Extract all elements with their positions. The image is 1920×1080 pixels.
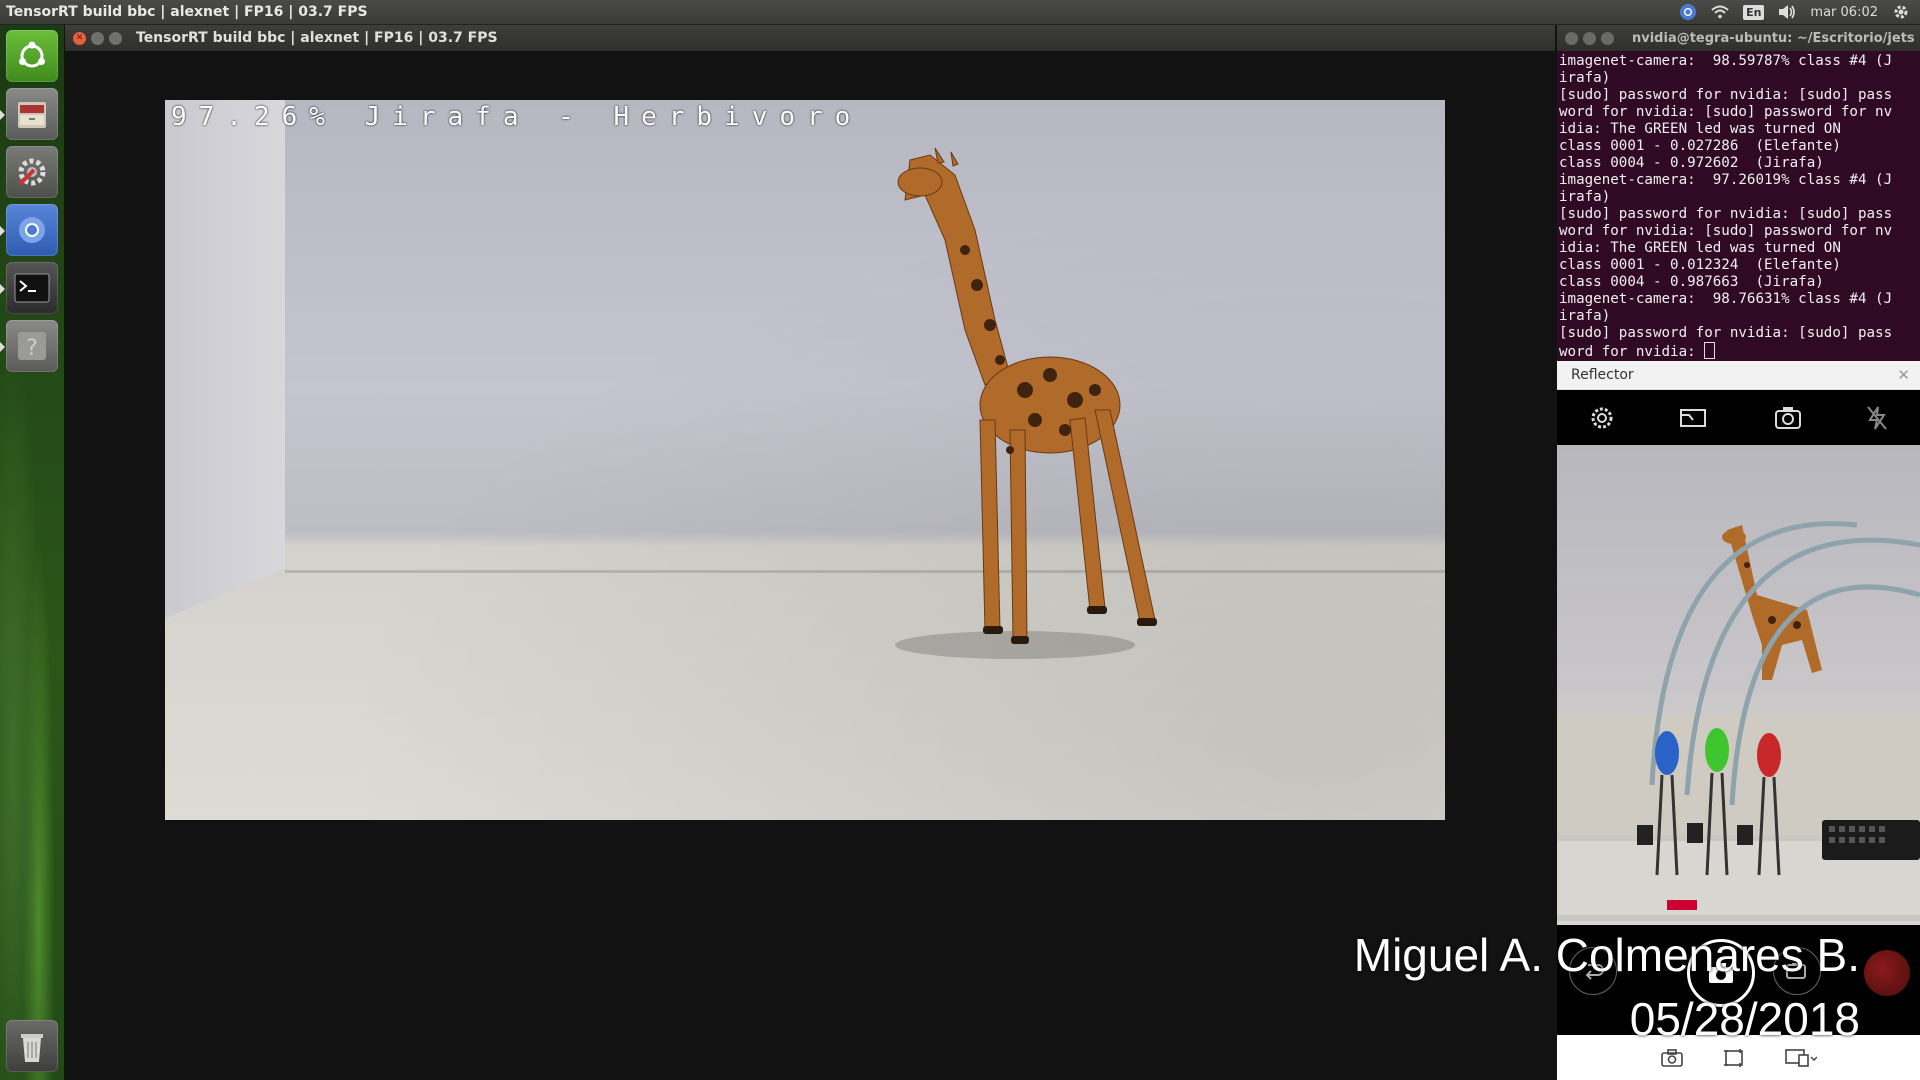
top-panel: TensorRT build bbc | alexnet | FP16 | 03… [0, 0, 1920, 25]
terminal-minimize-button[interactable] [1583, 31, 1596, 45]
terminal-output[interactable]: imagenet-camera: 98.59787% class #4 (J ir… [1557, 51, 1920, 359]
date-watermark: 05/28/2018 [1629, 993, 1860, 1045]
keyboard-layout-indicator[interactable]: En [1743, 4, 1765, 20]
terminal-close-button[interactable] [1565, 31, 1578, 45]
terminal-window: nvidia@tegra-ubuntu: ~/Escritorio/jets i… [1557, 25, 1920, 361]
terminal-maximize-button[interactable] [1601, 31, 1614, 45]
terminal-line: class 0001 - 0.012324 (Elefante) [1559, 257, 1841, 273]
phone-camera-toolbar [1557, 390, 1920, 445]
trash-icon [21, 1034, 43, 1062]
minimize-window-button[interactable] [91, 31, 104, 45]
ubuntu-logo-button[interactable] [6, 30, 58, 82]
terminal-line: word for nvidia: [1559, 344, 1705, 359]
maximize-window-button[interactable] [109, 31, 122, 45]
files-launcher-button[interactable] [0, 88, 58, 140]
camera-feed: 97.26% Jirafa - Herbivoro [165, 100, 1445, 820]
help-launcher-button[interactable]: ? [0, 320, 58, 372]
classification-overlay: 97.26% Jirafa - Herbivoro [171, 102, 863, 132]
terminal-line: [sudo] password for nvidia: [sudo] pass [1559, 87, 1893, 103]
terminal-line: imagenet-camera: 98.59787% class #4 (J [1559, 53, 1893, 69]
author-watermark: Miguel A. Colmenares B. [1353, 929, 1860, 981]
cast-icon[interactable] [1784, 1048, 1817, 1068]
indicator-area: En mar 06:02 [1679, 3, 1920, 21]
terminal-line: [sudo] password for nvidia: [sudo] pass [1559, 206, 1893, 222]
clock[interactable]: mar 06:02 [1810, 5, 1878, 20]
photo-icon[interactable] [1660, 1048, 1683, 1067]
help-icon: ? [18, 332, 46, 361]
reflector-title: Reflector [1571, 367, 1634, 383]
chromium-launcher-button[interactable] [0, 204, 58, 256]
running-indicator [0, 284, 5, 294]
terminal-titlebar[interactable]: nvidia@tegra-ubuntu: ~/Escritorio/jets [1557, 25, 1920, 51]
terminal-line: irafa) [1559, 308, 1611, 324]
terminal-title: nvidia@tegra-ubuntu: ~/Escritorio/jets [1632, 30, 1915, 46]
terminal-line: class 0004 - 0.987663 (Jirafa) [1559, 274, 1824, 290]
phone-camera-preview [1557, 445, 1920, 925]
terminal-icon [14, 273, 50, 303]
chromium-icon [19, 217, 45, 243]
camera-flip-icon[interactable] [1774, 406, 1802, 430]
gallery-thumbnail[interactable] [1864, 950, 1910, 996]
terminal-line: class 0001 - 0.027286 (Elefante) [1559, 138, 1841, 154]
ubuntu-logo-icon [19, 41, 45, 68]
tensorrt-window: ✕ TensorRT build bbc | alexnet | FP16 | … [65, 25, 1555, 1080]
close-window-button[interactable]: ✕ [73, 31, 86, 45]
file-cabinet-icon [18, 102, 46, 128]
terminal-line: class 0004 - 0.972602 (Jirafa) [1559, 155, 1824, 171]
reflector-close-icon[interactable]: ✕ [1897, 366, 1910, 384]
chromium-indicator-icon[interactable] [1679, 3, 1697, 21]
settings-wrench-icon [18, 158, 46, 186]
running-indicator [0, 226, 5, 236]
wifi-icon[interactable] [1711, 5, 1729, 19]
gear-icon[interactable] [1892, 3, 1910, 21]
system-settings-launcher-button[interactable] [6, 146, 58, 198]
window-titlebar[interactable]: ✕ TensorRT build bbc | alexnet | FP16 | … [65, 25, 1555, 51]
terminal-line: imagenet-camera: 97.26019% class #4 (J [1559, 172, 1893, 188]
terminal-cursor [1704, 342, 1716, 359]
trash-launcher-button[interactable] [6, 1020, 58, 1072]
reflector-titlebar[interactable]: Reflector ✕ [1557, 361, 1920, 390]
flash-off-icon[interactable] [1866, 405, 1888, 431]
launcher: ? [0, 25, 65, 1080]
settings-icon[interactable] [1589, 405, 1615, 431]
terminal-line: idia: The GREEN led was turned ON [1559, 121, 1841, 137]
panel-window-title: TensorRT build bbc | alexnet | FP16 | 03… [6, 4, 368, 20]
terminal-line: word for nvidia: [sudo] password for nv [1559, 104, 1893, 120]
volume-icon[interactable] [1778, 4, 1796, 20]
crop-icon[interactable] [1723, 1048, 1745, 1068]
terminal-line: irafa) [1559, 70, 1611, 86]
led-breadboard-scene [1557, 521, 1920, 925]
svg-text:?: ? [26, 336, 38, 361]
terminal-line: idia: The GREEN led was turned ON [1559, 240, 1841, 256]
running-indicator [0, 342, 5, 352]
terminal-line: imagenet-camera: 98.76631% class #4 (J [1559, 291, 1893, 307]
terminal-line: word for nvidia: [sudo] password for nv [1559, 223, 1893, 239]
giraffe-figure [895, 147, 1157, 659]
terminal-launcher-button[interactable] [0, 262, 58, 314]
running-indicator [0, 110, 5, 120]
terminal-line: irafa) [1559, 189, 1611, 205]
window-title: TensorRT build bbc | alexnet | FP16 | 03… [136, 30, 498, 46]
terminal-prompt-line: word for nvidia: [1559, 342, 1918, 359]
terminal-line: [sudo] password for nvidia: [sudo] pass [1559, 325, 1893, 341]
camera-swap-icon[interactable] [1679, 407, 1709, 429]
